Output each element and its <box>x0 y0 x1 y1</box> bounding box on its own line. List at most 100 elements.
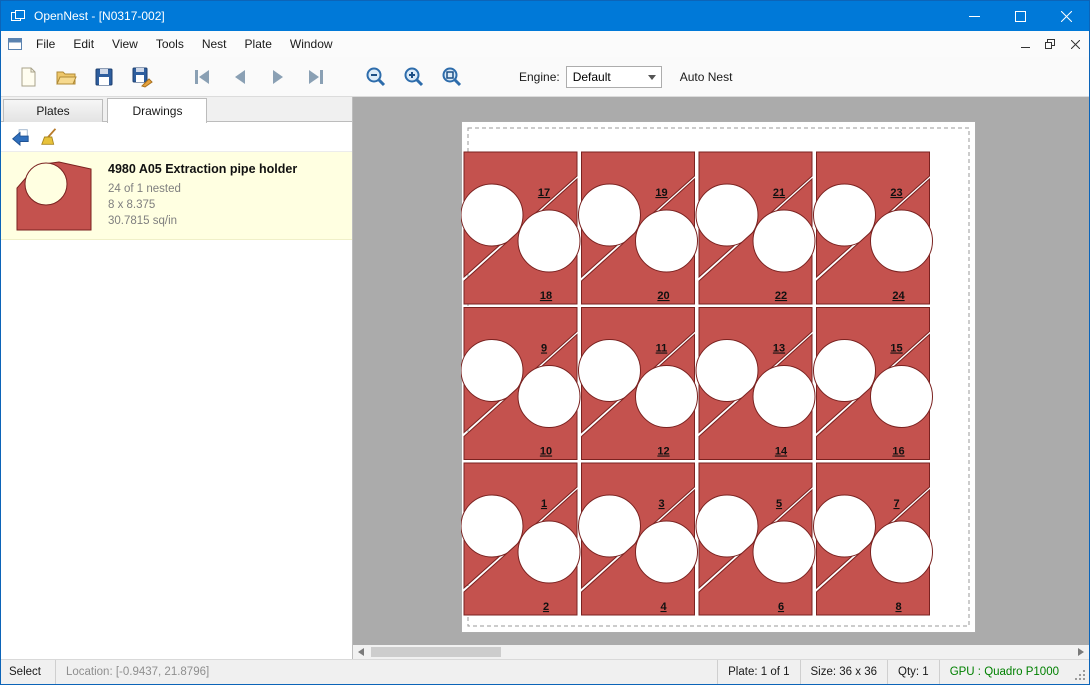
minimize-icon <box>969 11 980 22</box>
auto-nest-button[interactable]: Auto Nest <box>680 70 733 84</box>
mdi-restore-button[interactable] <box>1039 35 1061 53</box>
open-button[interactable] <box>51 62 81 92</box>
part-number: 24 <box>892 290 905 302</box>
back-arrow-icon <box>10 127 30 147</box>
part-notch <box>636 210 698 272</box>
resize-grip[interactable] <box>1073 668 1087 682</box>
menu-nest[interactable]: Nest <box>193 31 236 57</box>
part-pair: 910 <box>461 308 580 460</box>
app-window: OpenNest - [N0317-002] File Edit View To… <box>0 0 1090 685</box>
part-number: 18 <box>540 290 552 302</box>
next-plate-button[interactable] <box>263 62 293 92</box>
part-number: 19 <box>655 187 667 199</box>
part-number: 23 <box>890 187 902 199</box>
location-status: Location: [-0.9437, 21.8796] <box>56 666 219 678</box>
part-pair: 12 <box>461 463 580 615</box>
minimize-button[interactable] <box>951 1 997 31</box>
chevron-down-icon <box>648 75 656 80</box>
engine-select[interactable]: Default <box>566 66 662 88</box>
part-notch <box>636 366 698 428</box>
maximize-button[interactable] <box>997 1 1043 31</box>
part-pair: 78 <box>814 463 933 615</box>
mdi-restore-icon <box>1045 39 1055 49</box>
scrollbar-track[interactable] <box>369 645 1073 659</box>
drawing-nested-count: 24 of 1 nested <box>108 181 297 197</box>
zoom-in-button[interactable] <box>399 62 429 92</box>
part-number: 3 <box>658 498 664 510</box>
part-pair: 1920 <box>579 152 698 304</box>
close-icon <box>1061 11 1072 22</box>
horizontal-scrollbar[interactable] <box>353 645 1089 659</box>
menu-tools[interactable]: Tools <box>147 31 193 57</box>
zoom-out-button[interactable] <box>361 62 391 92</box>
nav-last-icon <box>304 66 328 88</box>
part-number: 6 <box>778 601 784 613</box>
mdi-close-button[interactable] <box>1064 35 1086 53</box>
main-toolbar: Engine: Default Auto Nest <box>1 57 1089 97</box>
part-notch <box>871 366 933 428</box>
part-pair: 1718 <box>461 152 580 304</box>
scroll-left-button[interactable] <box>353 645 369 659</box>
part-notch <box>753 521 815 583</box>
mdi-close-icon <box>1071 40 1080 49</box>
scroll-right-button[interactable] <box>1073 645 1089 659</box>
first-plate-button[interactable] <box>187 62 217 92</box>
previous-plate-button[interactable] <box>225 62 255 92</box>
part-number: 8 <box>895 601 901 613</box>
plate-size-status: Size: 36 x 36 <box>801 666 887 678</box>
part-notch <box>753 366 815 428</box>
drawing-area: 30.7815 sq/in <box>108 213 297 229</box>
part-notch <box>518 366 580 428</box>
tab-drawings[interactable]: Drawings <box>107 98 207 123</box>
part-notch <box>753 210 815 272</box>
nest-canvas[interactable]: 171819202122232491011121314151612345678 <box>353 97 1089 659</box>
app-icon <box>10 8 26 24</box>
drawings-toolbar <box>1 122 352 152</box>
part-pair: 1314 <box>696 308 815 460</box>
gpu-status: GPU : Quadro P1000 <box>940 666 1069 678</box>
tab-plates[interactable]: Plates <box>3 99 103 122</box>
scrollbar-thumb[interactable] <box>371 647 501 657</box>
title-bar: OpenNest - [N0317-002] <box>1 1 1089 31</box>
save-button[interactable] <box>89 62 119 92</box>
part-number: 11 <box>656 343 668 355</box>
part-number: 5 <box>776 498 782 510</box>
menu-file[interactable]: File <box>27 31 64 57</box>
clear-button[interactable] <box>37 124 63 150</box>
part-number: 22 <box>775 290 787 302</box>
broom-icon <box>40 127 60 147</box>
zoom-fit-icon <box>441 66 463 88</box>
menu-view[interactable]: View <box>103 31 147 57</box>
nav-prev-icon <box>228 66 252 88</box>
drawing-list-item[interactable]: 4980 A05 Extraction pipe holder 24 of 1 … <box>1 152 352 240</box>
new-button[interactable] <box>13 62 43 92</box>
part-pair: 56 <box>696 463 815 615</box>
close-button[interactable] <box>1043 1 1089 31</box>
part-number: 20 <box>657 290 669 302</box>
zoom-in-icon <box>403 66 425 88</box>
drawing-size: 8 x 8.375 <box>108 197 297 213</box>
menu-bar: File Edit View Tools Nest Plate Window <box>1 31 1089 57</box>
part-number: 21 <box>773 187 785 199</box>
mdi-minimize-button[interactable] <box>1014 35 1036 53</box>
part-number: 13 <box>773 343 785 355</box>
part-notch <box>871 521 933 583</box>
drawing-title: 4980 A05 Extraction pipe holder <box>108 162 297 176</box>
last-plate-button[interactable] <box>301 62 331 92</box>
save-as-button[interactable] <box>127 62 157 92</box>
part-number: 2 <box>543 601 549 613</box>
zoom-fit-button[interactable] <box>437 62 467 92</box>
part-notch <box>518 521 580 583</box>
part-number: 4 <box>660 601 667 613</box>
nav-first-icon <box>190 66 214 88</box>
part-thumbnail <box>15 160 93 232</box>
new-file-icon <box>17 66 39 88</box>
part-number: 16 <box>892 446 904 458</box>
scroll-right-icon <box>1078 648 1084 656</box>
return-part-button[interactable] <box>7 124 33 150</box>
menu-plate[interactable]: Plate <box>236 31 281 57</box>
mode-status: Select <box>1 666 55 678</box>
menu-edit[interactable]: Edit <box>64 31 103 57</box>
menu-window[interactable]: Window <box>281 31 342 57</box>
part-number: 12 <box>657 446 669 458</box>
